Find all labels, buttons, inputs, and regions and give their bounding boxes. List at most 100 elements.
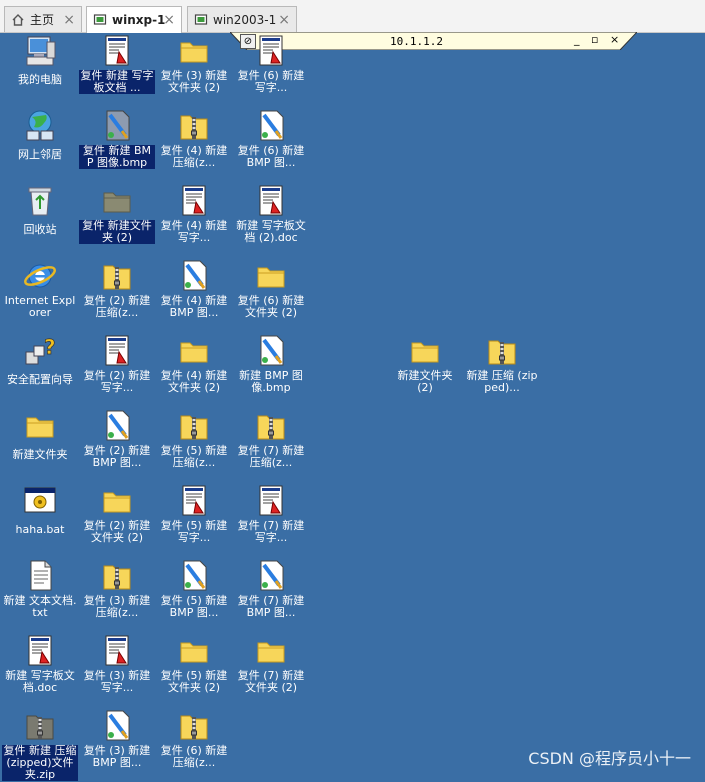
desktop-icon-label: 安全配置向导	[7, 373, 73, 386]
desktop-icon[interactable]: 复件 (5) 新建文件夹 (2)	[155, 634, 233, 695]
recycle-icon	[22, 184, 58, 218]
bmp-icon	[253, 109, 289, 143]
remote-window-controls[interactable]: _ ▫ ×	[574, 33, 623, 46]
desktop-icon-label: 复件 (7) 新建 写字...	[237, 519, 305, 544]
folder-icon	[253, 634, 289, 668]
desktop-icon-label: 回收站	[23, 223, 57, 236]
desktop-icon-label: 复件 (7) 新建 压缩(z...	[237, 444, 305, 469]
desktop-icon-label: 复件 (2) 新建 BMP 图...	[83, 444, 151, 469]
zip-icon	[253, 409, 289, 443]
tab-主页[interactable]: 主页 ×	[4, 6, 82, 32]
desktop-icon-label: 复件 新建文件夹 (2)	[79, 220, 155, 244]
desktop-icon[interactable]: 新建文件夹	[1, 409, 79, 462]
close-tab-icon[interactable]: ×	[163, 12, 175, 28]
close-tab-icon[interactable]: ×	[63, 12, 75, 28]
desktop-icon-label: 复件 (2) 新建 压缩(z...	[83, 294, 151, 319]
bmp-icon	[99, 409, 135, 443]
desktop-icon-label: 新建 文本文档.txt	[3, 594, 77, 619]
svg-text:?: ?	[44, 335, 56, 359]
desktop-icon[interactable]: 复件 (3) 新建 BMP 图...	[78, 709, 156, 770]
desktop-icon-label: 新建 写字板文档 (2).doc	[236, 219, 306, 244]
desktop-icon[interactable]: 复件 (4) 新建 压缩(z...	[155, 109, 233, 170]
desktop-icon[interactable]: 新建 写字板文档.doc	[1, 634, 79, 695]
folder-icon	[22, 409, 58, 443]
desktop-icon-label: 复件 (6) 新建 压缩(z...	[160, 744, 228, 769]
desktop-icon[interactable]: 复件 新建 压缩(zipped)文件夹.zip	[1, 709, 79, 782]
desktop-icon[interactable]: ? 安全配置向导	[1, 334, 79, 387]
bmp-icon	[253, 559, 289, 593]
desktop-icon[interactable]: 复件 (7) 新建 写字...	[232, 484, 310, 545]
desktop-icon[interactable]: 复件 (4) 新建 写字...	[155, 184, 233, 245]
desktop-icon[interactable]: 复件 (3) 新建 压缩(z...	[78, 559, 156, 620]
desktop-icon-label: 复件 (5) 新建 压缩(z...	[160, 444, 228, 469]
desktop-icon-label: 复件 (3) 新建文件夹 (2)	[160, 69, 228, 94]
watermark: CSDN @程序员小十一	[528, 749, 691, 768]
desktop-icon-label: 复件 (2) 新建文件夹 (2)	[83, 519, 151, 544]
desktop-icon-label: 新建文件夹	[12, 448, 68, 461]
desktop-icon[interactable]: 新建 压缩 (zipped)...	[463, 334, 541, 395]
desktop-icon-label: 复件 (2) 新建 写字...	[83, 369, 151, 394]
tab-label: win2003-1	[213, 12, 277, 27]
desktop-icon[interactable]: 回收站	[1, 184, 79, 237]
desktop-icon[interactable]: 复件 (7) 新建文件夹 (2)	[232, 634, 310, 695]
tab-winxp-1[interactable]: winxp-1 ×	[86, 6, 182, 33]
desktop-icon[interactable]: 复件 (4) 新建文件夹 (2)	[155, 334, 233, 395]
tab-label: winxp-1	[112, 13, 166, 27]
desktop-icon-label: 复件 (6) 新建 BMP 图...	[237, 144, 305, 169]
desktop-icon-label: 复件 (6) 新建 写字...	[237, 69, 305, 94]
desktop-icon[interactable]: 新建 BMP 图像.bmp	[232, 334, 310, 395]
folder-icon	[407, 334, 443, 368]
desktop-icon-label: 复件 新建 写字板文档 ...	[79, 69, 155, 94]
desktop-icon[interactable]: 复件 (5) 新建 BMP 图...	[155, 559, 233, 620]
desktop-icon[interactable]: 复件 (6) 新建 压缩(z...	[155, 709, 233, 770]
desktop-icon[interactable]: 复件 新建文件夹 (2)	[78, 184, 156, 245]
bmp-icon	[253, 334, 289, 368]
desktop-icon-label: 复件 (4) 新建 写字...	[160, 219, 228, 244]
bat-icon	[22, 484, 58, 518]
desktop-icon[interactable]: 复件 新建 写字板文档 ...	[78, 34, 156, 95]
desktop-icon[interactable]: 复件 新建 BMP 图像.bmp	[78, 109, 156, 170]
desktop-icon[interactable]: 复件 (7) 新建 压缩(z...	[232, 409, 310, 470]
desktop-icon[interactable]: 我的电脑	[1, 34, 79, 87]
doc-icon	[99, 634, 135, 668]
desktop-icon[interactable]: 复件 (2) 新建 写字...	[78, 334, 156, 395]
desktop-icon[interactable]: 复件 (4) 新建 BMP 图...	[155, 259, 233, 320]
desktop-icon[interactable]: 复件 (3) 新建 写字...	[78, 634, 156, 695]
desktop-icon[interactable]: 复件 (6) 新建 BMP 图...	[232, 109, 310, 170]
desktop-icon-label: 复件 (3) 新建 压缩(z...	[83, 594, 151, 619]
folder-icon	[176, 634, 212, 668]
desktop-icon[interactable]: 复件 (6) 新建文件夹 (2)	[232, 259, 310, 320]
desktop-icon[interactable]: 新建 文本文档.txt	[1, 559, 79, 620]
desktop-icon-label: haha.bat	[15, 523, 65, 536]
doc-icon	[99, 334, 135, 368]
tab-win2003-1[interactable]: win2003-1 ×	[187, 6, 297, 32]
bmp-icon	[176, 259, 212, 293]
vm-icon	[194, 13, 208, 27]
desktop-icon[interactable]: 新建 写字板文档 (2).doc	[232, 184, 310, 245]
desktop-icon[interactable]: 复件 (7) 新建 BMP 图...	[232, 559, 310, 620]
desktop-icon-label: 复件 (5) 新建 写字...	[160, 519, 228, 544]
desktop-icon-label: 复件 (6) 新建文件夹 (2)	[237, 294, 305, 319]
desktop-icon-label: 复件 新建 压缩(zipped)文件夹.zip	[2, 744, 78, 781]
desktop-icon[interactable]: 网上邻居	[1, 109, 79, 162]
desktop-icon[interactable]: 复件 (5) 新建 写字...	[155, 484, 233, 545]
home-icon	[11, 13, 25, 27]
desktop-icon[interactable]: 复件 (5) 新建 压缩(z...	[155, 409, 233, 470]
desktop-icon[interactable]: 复件 (6) 新建 写字...	[232, 34, 310, 95]
folder-icon	[253, 259, 289, 293]
desktop-icon[interactable]: 复件 (2) 新建 压缩(z...	[78, 259, 156, 320]
desktop-icon[interactable]: 复件 (2) 新建 BMP 图...	[78, 409, 156, 470]
desktop-icon-label: 新建 写字板文档.doc	[5, 669, 75, 694]
desktop-icon[interactable]: 复件 (2) 新建文件夹 (2)	[78, 484, 156, 545]
desktop-icon[interactable]: haha.bat	[1, 484, 79, 537]
desktop-icon[interactable]: 复件 (3) 新建文件夹 (2)	[155, 34, 233, 95]
folder-icon	[176, 334, 212, 368]
zip-icon	[176, 409, 212, 443]
doc-icon	[176, 484, 212, 518]
desktop-icon[interactable]: Internet Explorer	[1, 259, 79, 320]
close-tab-icon[interactable]: ×	[278, 12, 290, 28]
folder-icon	[99, 484, 135, 518]
doc-icon	[253, 184, 289, 218]
doc-icon	[22, 634, 58, 668]
desktop-icon[interactable]: 新建文件夹 (2)	[386, 334, 464, 395]
